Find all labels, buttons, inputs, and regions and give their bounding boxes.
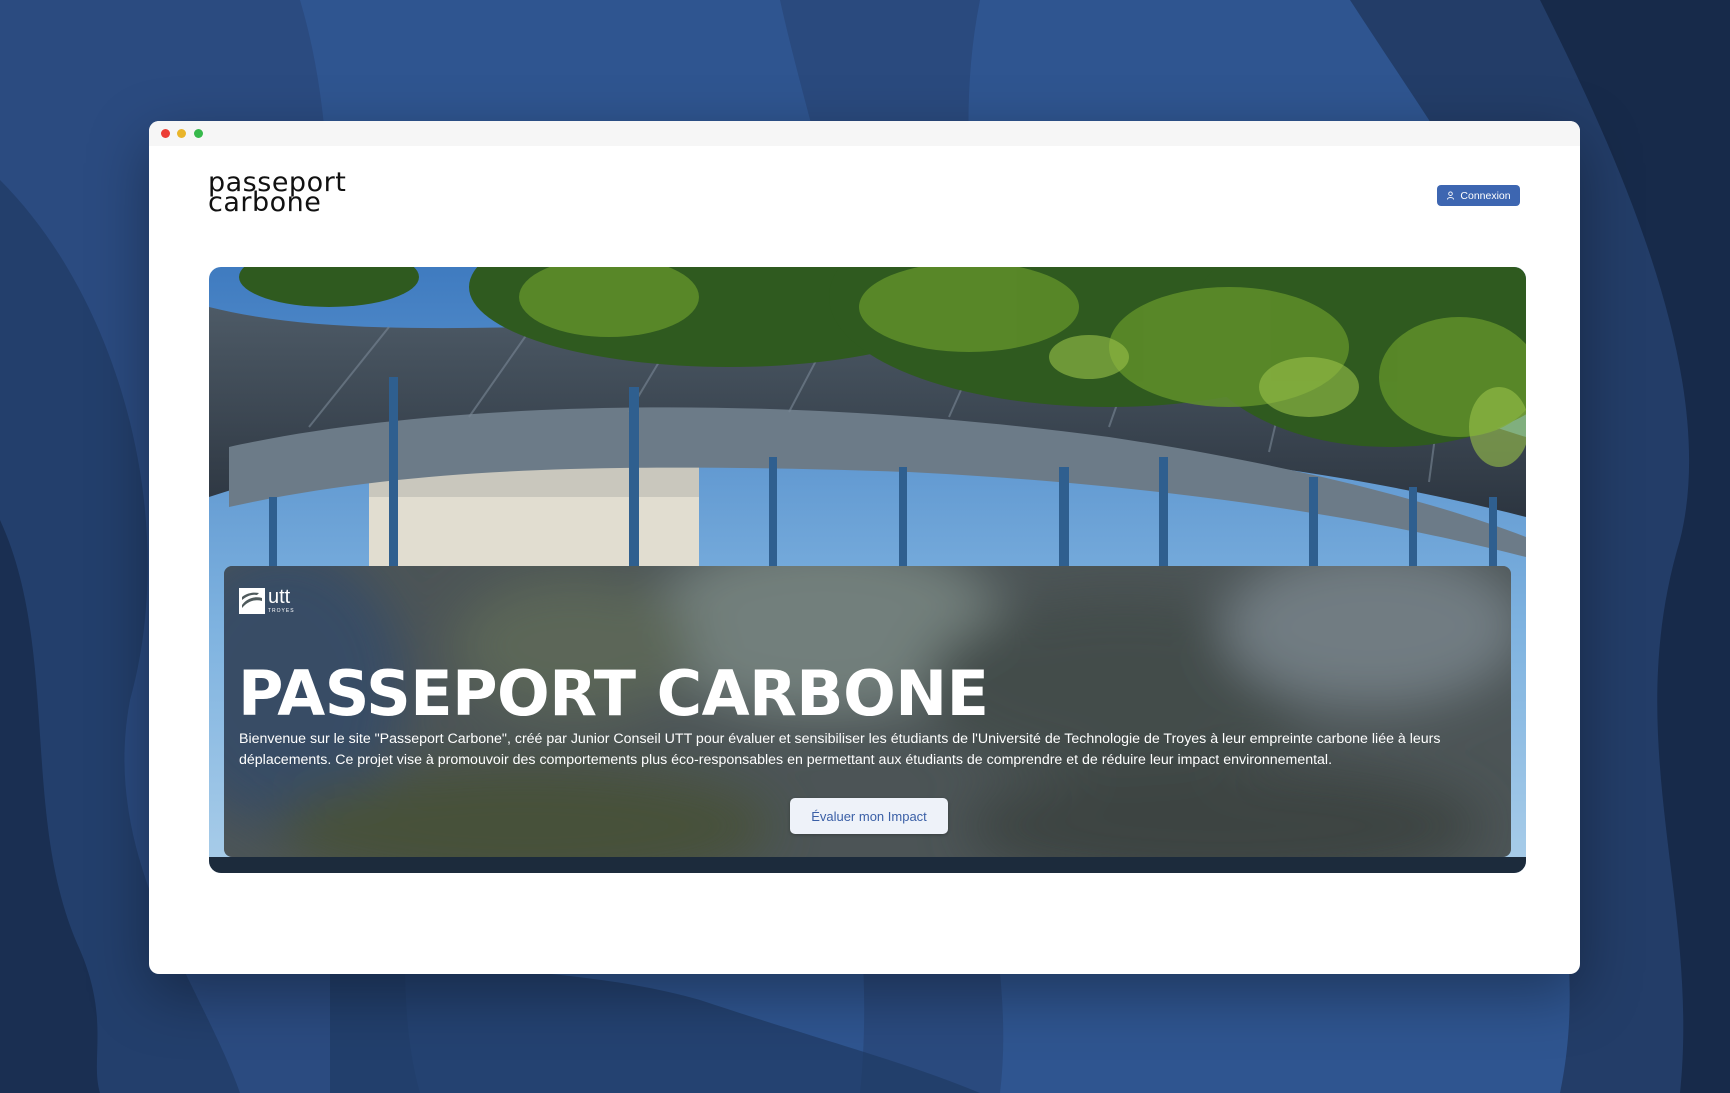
utt-emblem-icon [239,588,265,614]
window-titlebar [149,121,1580,146]
close-window-button[interactable] [161,129,170,138]
minimize-window-button[interactable] [177,129,186,138]
utt-logo-text: utt [268,586,291,608]
browser-window: passeport carbone Connexion utt TROYES P… [149,121,1580,974]
utt-logo: utt TROYES [239,586,295,614]
hero-overlay-card: utt TROYES PASSEPORT CARBONE Bienvenue s… [224,566,1511,857]
maximize-window-button[interactable] [194,129,203,138]
utt-logo-subtext: TROYES [268,608,295,614]
site-logo[interactable]: passeport carbone [208,169,346,216]
login-label: Connexion [1460,189,1511,202]
user-icon [1447,191,1455,200]
hero-description: Bienvenue sur le site "Passeport Carbone… [239,731,1441,768]
hero-title: PASSEPORT CARBONE [238,657,989,730]
login-button[interactable]: Connexion [1437,185,1520,206]
hero-banner: utt TROYES PASSEPORT CARBONE Bienvenue s… [209,267,1526,873]
evaluate-impact-button[interactable]: Évaluer mon Impact [790,798,948,834]
